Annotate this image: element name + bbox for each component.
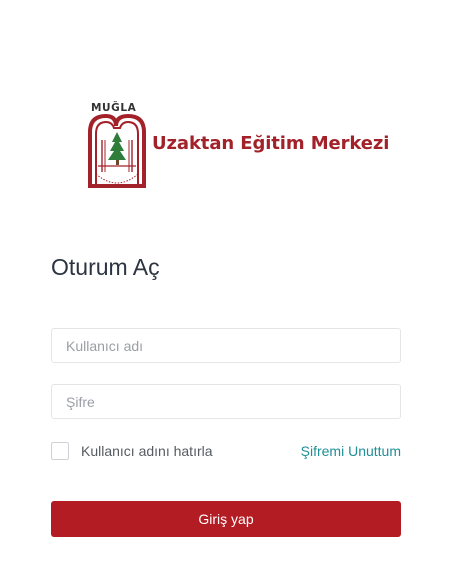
remember-username-option[interactable]: Kullanıcı adını hatırla — [51, 441, 213, 461]
university-emblem: MUĞLA — [86, 100, 150, 192]
page-title: Oturum Aç — [51, 254, 160, 280]
university-logo: MUĞLA Uzaktan Eğitim Merkezi — [86, 100, 389, 192]
password-input[interactable] — [51, 384, 401, 419]
remember-checkbox[interactable] — [51, 442, 69, 460]
emblem-graphic — [88, 113, 146, 188]
login-button[interactable]: Giriş yap — [51, 501, 401, 537]
remember-label: Kullanıcı adını hatırla — [81, 443, 213, 459]
login-page: MUĞLA Uzaktan Eğitim Merkezi Oturum Aç K… — [0, 0, 459, 574]
logo-title: Uzaktan Eğitim Merkezi — [152, 133, 390, 154]
forgot-password-link[interactable]: Şifremi Unuttum — [301, 443, 401, 459]
username-input[interactable] — [51, 328, 401, 363]
